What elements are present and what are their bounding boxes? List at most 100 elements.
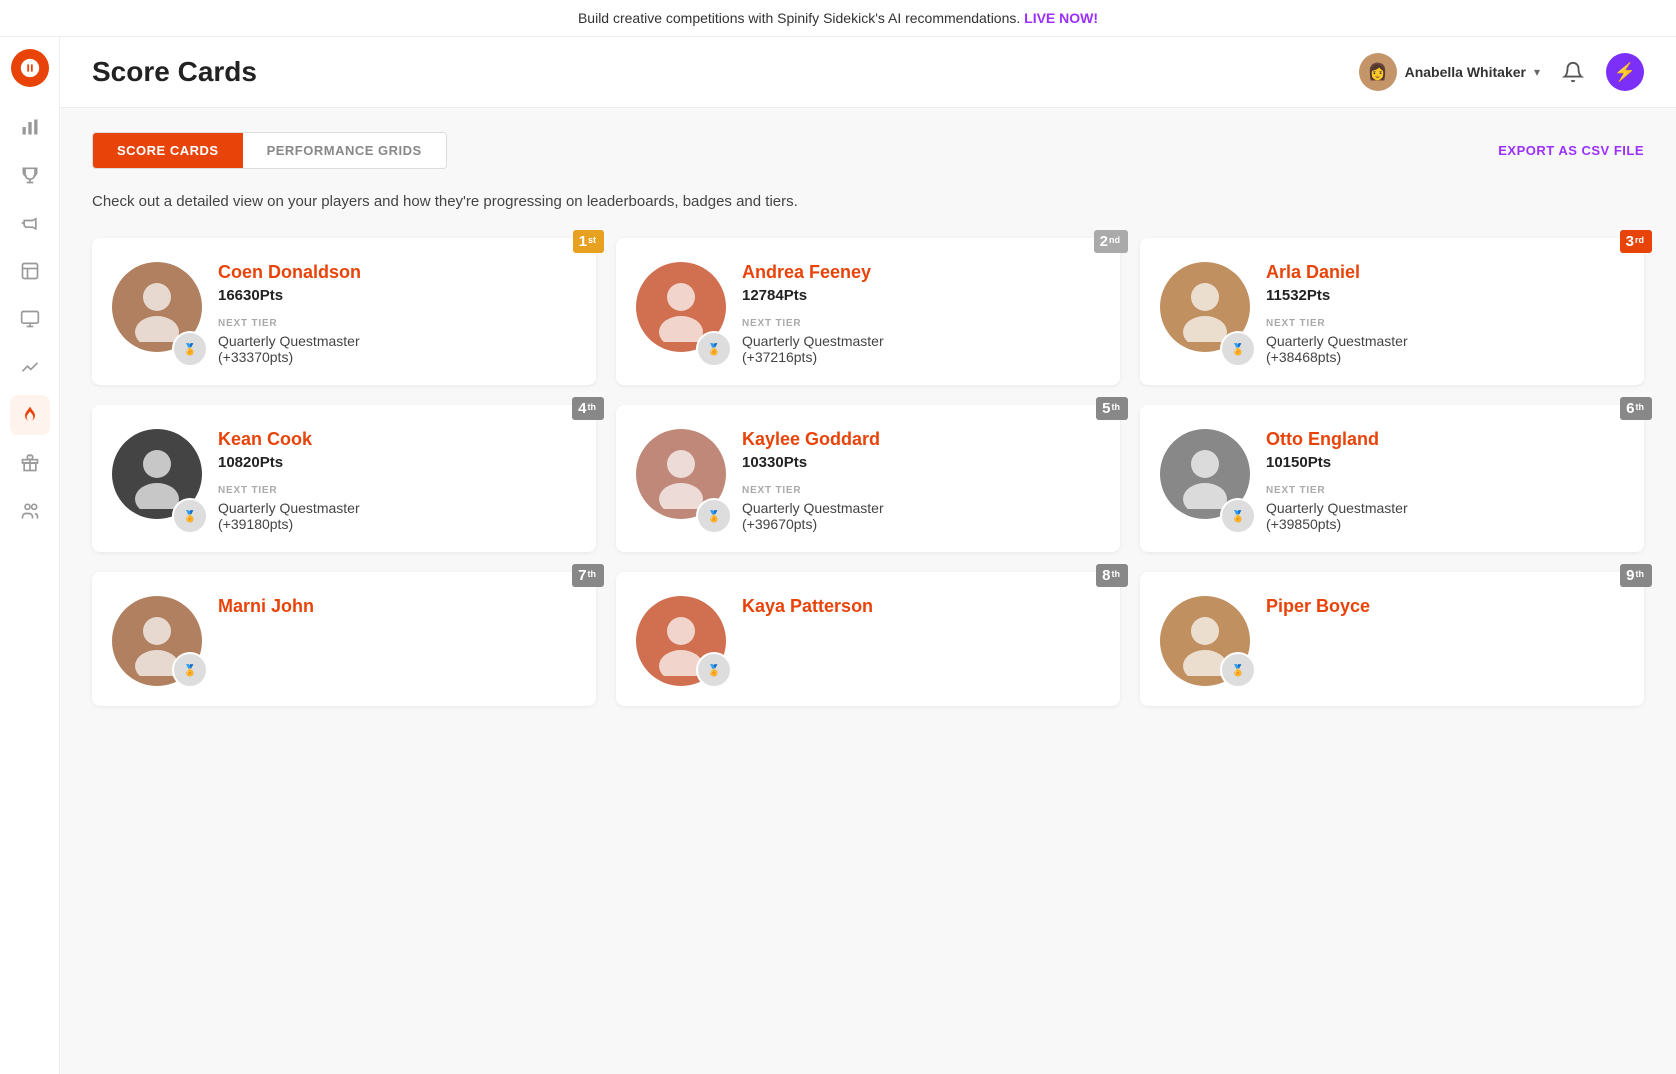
player-name: Piper Boyce — [1266, 596, 1624, 617]
tier-badge: 🏅 — [1220, 331, 1256, 367]
card-right: Kaya Patterson — [742, 596, 1100, 686]
sidebar-item-chart-line[interactable] — [10, 347, 50, 387]
card-right: Kaylee Goddard 10330Pts NEXT TIER Quarte… — [742, 429, 1100, 532]
rank-suffix: th — [1112, 569, 1121, 579]
tier-name: Quarterly Questmaster — [1266, 500, 1624, 516]
next-tier-label: NEXT TIER — [742, 318, 1100, 329]
card-right: Kean Cook 10820Pts NEXT TIER Quarterly Q… — [218, 429, 576, 532]
rank-number: 1 — [579, 233, 587, 250]
card-left: 🏅 — [1160, 429, 1250, 532]
card-right: Otto England 10150Pts NEXT TIER Quarterl… — [1266, 429, 1624, 532]
tab-score-cards[interactable]: SCORE CARDS — [93, 133, 243, 168]
score-card[interactable]: 🏅 Marni John 7th — [92, 572, 596, 706]
score-card[interactable]: 🏅 Andrea Feeney 12784Pts NEXT TIER Quart… — [616, 238, 1120, 385]
rank-suffix: th — [1636, 569, 1645, 579]
sidebar-item-trophy[interactable] — [10, 155, 50, 195]
tier-pts: (+39670pts) — [742, 516, 1100, 532]
tier-pts: (+33370pts) — [218, 349, 576, 365]
tab-performance-grids[interactable]: PERFORMANCE GRIDS — [243, 133, 446, 168]
score-card[interactable]: 🏅 Arla Daniel 11532Pts NEXT TIER Quarter… — [1140, 238, 1644, 385]
sidebar-item-newspaper[interactable] — [10, 251, 50, 291]
score-card[interactable]: 🏅 Kaya Patterson 8th — [616, 572, 1120, 706]
avatar: 👩 — [1359, 53, 1397, 91]
rank-badge: 2nd — [1094, 230, 1128, 253]
export-csv-link[interactable]: EXPORT AS CSV FILE — [1498, 143, 1644, 158]
banner-cta[interactable]: LIVE NOW! — [1024, 10, 1098, 26]
rank-suffix: th — [588, 569, 597, 579]
card-right: Andrea Feeney 12784Pts NEXT TIER Quarter… — [742, 262, 1100, 365]
sidebar-item-megaphone[interactable] — [10, 203, 50, 243]
rank-number: 3 — [1626, 233, 1634, 250]
score-card[interactable]: 🏅 Kaylee Goddard 10330Pts NEXT TIER Quar… — [616, 405, 1120, 552]
next-tier-label: NEXT TIER — [218, 485, 576, 496]
tier-pts: (+39180pts) — [218, 516, 576, 532]
sidebar — [0, 37, 60, 1074]
tier-badge: 🏅 — [172, 498, 208, 534]
player-points: 16630Pts — [218, 287, 576, 304]
tier-name: Quarterly Questmaster — [742, 333, 1100, 349]
score-card[interactable]: 🏅 Coen Donaldson 16630Pts NEXT TIER Quar… — [92, 238, 596, 385]
score-card[interactable]: 🏅 Piper Boyce 9th — [1140, 572, 1644, 706]
rank-badge: 1st — [573, 230, 604, 253]
score-card[interactable]: 🏅 Otto England 10150Pts NEXT TIER Quarte… — [1140, 405, 1644, 552]
player-name: Coen Donaldson — [218, 262, 576, 283]
sidebar-logo[interactable] — [11, 49, 49, 87]
player-points: 11532Pts — [1266, 287, 1624, 304]
rank-suffix: th — [588, 402, 597, 412]
main-content: SCORE CARDS PERFORMANCE GRIDS EXPORT AS … — [60, 108, 1676, 1074]
cards-row: 🏅 Marni John 7th 🏅 Kaya Patter — [92, 572, 1644, 706]
cards-row: 🏅 Coen Donaldson 16630Pts NEXT TIER Quar… — [92, 238, 1644, 385]
rank-suffix: th — [1636, 402, 1645, 412]
score-card[interactable]: 🏅 Kean Cook 10820Pts NEXT TIER Quarterly… — [92, 405, 596, 552]
card-left: 🏅 — [636, 596, 726, 686]
tier-badge: 🏅 — [172, 331, 208, 367]
rank-badge: 9th — [1620, 564, 1652, 587]
card-right: Arla Daniel 11532Pts NEXT TIER Quarterly… — [1266, 262, 1624, 365]
tier-badge: 🏅 — [1220, 652, 1256, 688]
notification-bell[interactable] — [1556, 55, 1590, 89]
rank-badge: 7th — [572, 564, 604, 587]
page-title: Score Cards — [92, 56, 257, 88]
card-left: 🏅 — [636, 262, 726, 365]
rank-number: 9 — [1626, 567, 1634, 584]
sidebar-item-users[interactable] — [10, 491, 50, 531]
description-text: Check out a detailed view on your player… — [92, 193, 1644, 210]
user-info[interactable]: 👩 Anabella Whitaker ▾ — [1359, 53, 1540, 91]
rank-number: 2 — [1100, 233, 1108, 250]
player-points: 12784Pts — [742, 287, 1100, 304]
rank-suffix: st — [588, 235, 596, 245]
player-name: Arla Daniel — [1266, 262, 1624, 283]
next-tier-label: NEXT TIER — [1266, 318, 1624, 329]
tier-name: Quarterly Questmaster — [742, 500, 1100, 516]
next-tier-label: NEXT TIER — [742, 485, 1100, 496]
sidebar-item-analytics[interactable] — [10, 107, 50, 147]
player-name: Otto England — [1266, 429, 1624, 450]
player-name: Kaya Patterson — [742, 596, 1100, 617]
tier-badge: 🏅 — [696, 498, 732, 534]
rank-number: 5 — [1102, 400, 1110, 417]
tier-name: Quarterly Questmaster — [1266, 333, 1624, 349]
lightning-button[interactable]: ⚡ — [1606, 53, 1644, 91]
card-left: 🏅 — [1160, 596, 1250, 686]
card-left: 🏅 — [112, 596, 202, 686]
sidebar-item-fire[interactable] — [10, 395, 50, 435]
sidebar-item-monitor[interactable] — [10, 299, 50, 339]
card-right: Coen Donaldson 16630Pts NEXT TIER Quarte… — [218, 262, 576, 365]
player-points: 10150Pts — [1266, 454, 1624, 471]
player-name: Kaylee Goddard — [742, 429, 1100, 450]
rank-number: 8 — [1102, 567, 1110, 584]
rank-badge: 6th — [1620, 397, 1652, 420]
card-right: Marni John — [218, 596, 576, 686]
rank-number: 7 — [578, 567, 586, 584]
player-name: Andrea Feeney — [742, 262, 1100, 283]
rank-badge: 3rd — [1620, 230, 1652, 253]
player-points: 10330Pts — [742, 454, 1100, 471]
banner-text: Build creative competitions with Spinify… — [578, 10, 1020, 26]
tier-pts: (+37216pts) — [742, 349, 1100, 365]
rank-number: 6 — [1626, 400, 1634, 417]
tier-pts: (+38468pts) — [1266, 349, 1624, 365]
next-tier-label: NEXT TIER — [218, 318, 576, 329]
user-name: Anabella Whitaker — [1405, 64, 1526, 80]
header: Score Cards 👩 Anabella Whitaker ▾ ⚡ — [60, 37, 1676, 108]
sidebar-item-gift[interactable] — [10, 443, 50, 483]
